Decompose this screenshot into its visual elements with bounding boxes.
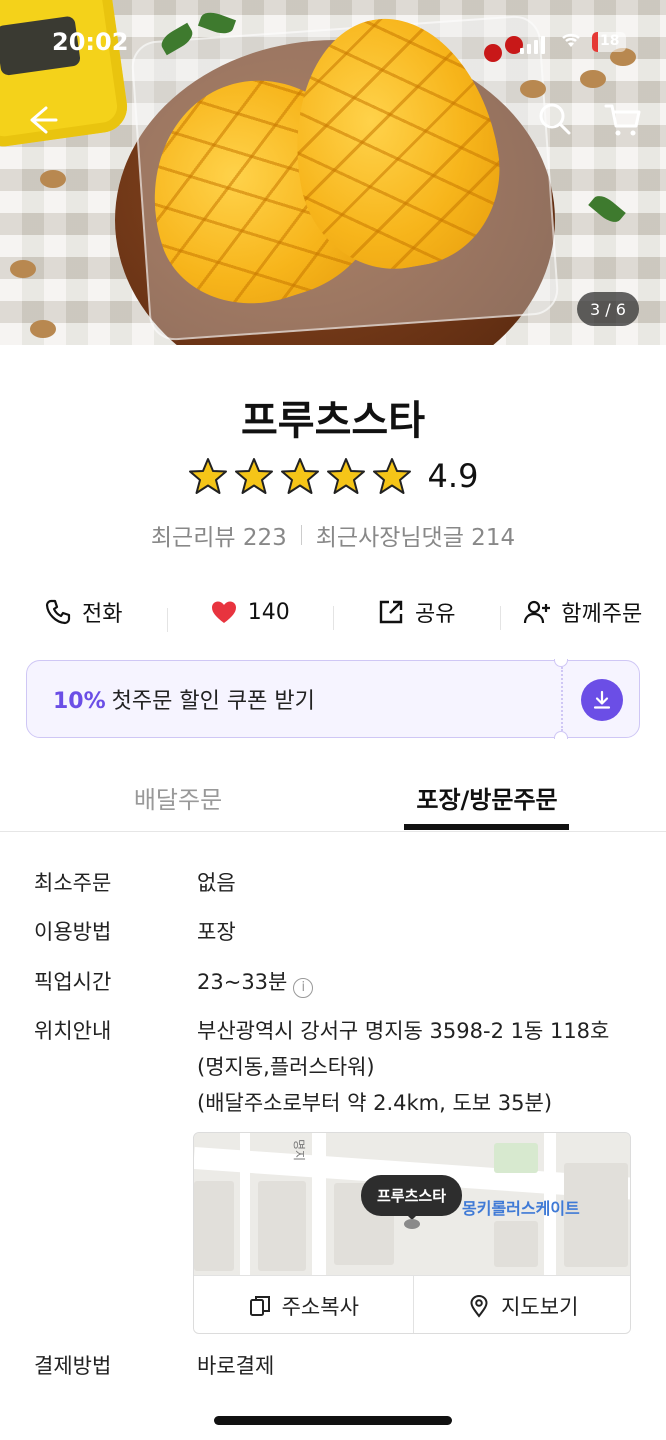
map-store-pin: 프루츠스타 bbox=[361, 1175, 463, 1220]
pickup-time-value: 23~33분 bbox=[197, 970, 288, 994]
tab-pickup[interactable]: 포장/방문주문 bbox=[392, 780, 582, 815]
tab-delivery[interactable]: 배달주문 bbox=[0, 780, 356, 815]
order-type-tabs: 배달주문 포장/방문주문 bbox=[0, 770, 666, 832]
active-tab-indicator bbox=[404, 824, 569, 830]
call-label: 전화 bbox=[82, 602, 123, 627]
leaf-photo bbox=[588, 191, 626, 227]
back-arrow-icon[interactable] bbox=[24, 102, 64, 142]
location-row: 위치안내 부산광역시 강서구 명지동 3598-2 1동 118호 (명지동,플… bbox=[34, 1013, 637, 1121]
order-method-value: 포장 bbox=[197, 920, 236, 944]
view-map-button[interactable]: 지도보기 bbox=[412, 1276, 631, 1333]
review-summary[interactable]: 최근리뷰 223 최근사장님댓글 214 bbox=[0, 518, 666, 552]
add-person-icon bbox=[524, 600, 551, 624]
copy-address-button[interactable]: 주소복사 bbox=[194, 1276, 413, 1333]
store-name: 프루츠스타 bbox=[241, 398, 425, 444]
address-building: (명지동,플러스타워) bbox=[197, 1055, 375, 1079]
map-location-dot bbox=[404, 1219, 420, 1229]
view-map-label: 지도보기 bbox=[501, 1294, 579, 1319]
store-photo-carousel[interactable]: 20:02 18 3 / 6 bbox=[0, 0, 666, 345]
store-actions: 전화 140 공유 함께주문 bbox=[0, 590, 666, 634]
image-counter: 3 / 6 bbox=[577, 292, 639, 326]
star-icon bbox=[234, 458, 273, 494]
coupon-divider bbox=[561, 667, 563, 731]
map-park bbox=[494, 1143, 538, 1173]
map-block bbox=[194, 1181, 234, 1271]
coupon-text: 첫주문 할인 쿠폰 받기 bbox=[111, 689, 315, 714]
battery-icon: 18 bbox=[592, 32, 626, 52]
nut-photo bbox=[10, 260, 36, 278]
map-poi-label: 몽키롤러스케이트 bbox=[462, 1199, 580, 1218]
share-button[interactable]: 공유 bbox=[333, 596, 500, 630]
location-pin-icon bbox=[470, 1294, 488, 1318]
coupon-percent: 10% bbox=[53, 689, 106, 714]
like-count: 140 bbox=[247, 599, 290, 625]
map-block bbox=[258, 1181, 306, 1271]
download-icon bbox=[593, 690, 611, 709]
copy-address-label: 주소복사 bbox=[281, 1294, 359, 1319]
battery-level: 18 bbox=[600, 33, 620, 49]
payment-method-label: 결제방법 bbox=[34, 1354, 112, 1378]
yellow-radio-photo bbox=[0, 0, 131, 150]
phone-icon bbox=[45, 599, 71, 625]
call-button[interactable]: 전화 bbox=[0, 596, 167, 628]
map-actions: 주소복사 지도보기 bbox=[194, 1275, 631, 1333]
nut-photo bbox=[40, 170, 66, 188]
cellular-signal-icon bbox=[520, 34, 545, 54]
wifi-icon bbox=[560, 30, 582, 54]
rating-row[interactable]: 4.9 bbox=[0, 456, 666, 496]
divider bbox=[300, 525, 302, 545]
star-icon bbox=[188, 458, 227, 494]
like-button[interactable]: 140 bbox=[166, 598, 334, 632]
star-icon bbox=[280, 458, 319, 494]
copy-icon bbox=[249, 1295, 270, 1316]
nut-photo bbox=[520, 80, 546, 98]
map-view[interactable]: 명지 몽키롤러스케이트 프루츠스타 bbox=[194, 1133, 630, 1275]
recent-reviews-count[interactable]: 최근리뷰 223 bbox=[151, 518, 287, 552]
payment-method-value: 바로결제 bbox=[197, 1354, 275, 1378]
search-icon[interactable] bbox=[536, 100, 576, 140]
map-road bbox=[312, 1133, 326, 1275]
owner-replies-count[interactable]: 최근사장님댓글 214 bbox=[316, 518, 515, 552]
map-block bbox=[494, 1221, 538, 1267]
map-road-label: 명지 bbox=[292, 1139, 306, 1162]
status-time: 20:02 bbox=[52, 28, 129, 56]
group-order-button[interactable]: 함께주문 bbox=[499, 596, 666, 630]
pickup-time-label: 픽업시간 bbox=[34, 970, 112, 994]
coupon-download-button[interactable] bbox=[581, 679, 623, 721]
status-bar: 20:02 18 bbox=[0, 26, 666, 60]
coupon-notch bbox=[554, 731, 568, 739]
home-indicator[interactable] bbox=[214, 1416, 452, 1425]
coupon-text-wrap: 10% 첫주문 할인 쿠폰 받기 bbox=[27, 683, 639, 715]
heart-icon bbox=[211, 601, 236, 623]
pickup-time-row: 픽업시간 23~33분 i bbox=[34, 964, 637, 1000]
group-order-label: 함께주문 bbox=[561, 602, 643, 627]
first-order-coupon-banner[interactable]: 10% 첫주문 할인 쿠폰 받기 bbox=[26, 659, 640, 739]
nut-photo bbox=[580, 70, 606, 88]
order-method-label: 이용방법 bbox=[34, 920, 112, 944]
cart-icon[interactable] bbox=[604, 102, 644, 142]
share-label: 공유 bbox=[415, 602, 456, 627]
location-label: 위치안내 bbox=[34, 1019, 112, 1043]
min-order-label: 최소주문 bbox=[34, 871, 112, 895]
rating-score: 4.9 bbox=[427, 457, 479, 495]
distance-info: (배달주소로부터 약 2.4km, 도보 35분) bbox=[197, 1091, 553, 1115]
star-icon bbox=[326, 458, 365, 494]
map-road bbox=[240, 1133, 250, 1275]
star-icon bbox=[372, 458, 411, 494]
min-order-row: 최소주문 없음 bbox=[34, 865, 637, 901]
coupon-notch bbox=[554, 659, 568, 667]
payment-method-row: 결제방법 바로결제 bbox=[34, 1348, 637, 1384]
address-line: 부산광역시 강서구 명지동 3598-2 1동 118호 bbox=[197, 1019, 610, 1043]
min-order-value: 없음 bbox=[197, 871, 236, 895]
store-location-map: 명지 몽키롤러스케이트 프루츠스타 주소복사 지도보기 bbox=[193, 1132, 631, 1334]
share-icon bbox=[379, 600, 403, 624]
nut-photo bbox=[30, 320, 56, 338]
order-method-row: 이용방법 포장 bbox=[34, 914, 637, 950]
info-icon[interactable]: i bbox=[293, 978, 314, 998]
